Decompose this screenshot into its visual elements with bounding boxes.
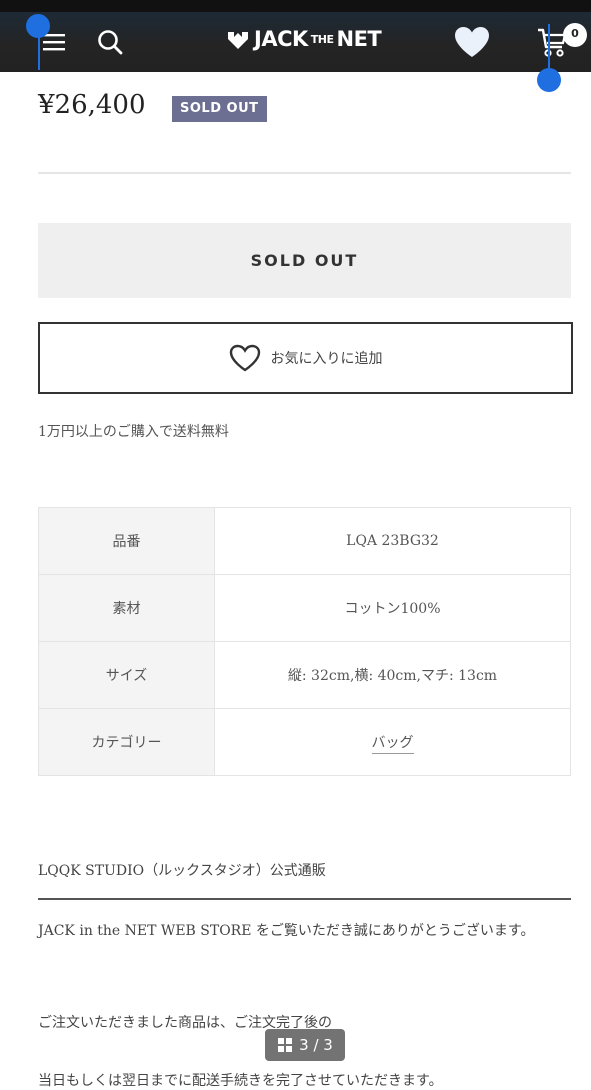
image-pager: 3 / 3 xyxy=(265,1029,345,1061)
spec-value-product-code: LQA 23BG32 xyxy=(214,507,571,575)
search-button[interactable] xyxy=(90,22,130,62)
spec-label-product-code: 品番 xyxy=(38,507,215,575)
add-to-favorites-label: お気に入りに追加 xyxy=(270,351,383,367)
spec-label-category: カテゴリー xyxy=(38,708,215,776)
logo-icon xyxy=(228,32,248,49)
table-row: カテゴリー バッグ xyxy=(38,708,571,776)
touch-indicator-dot xyxy=(537,68,561,92)
site-header: JACK THE NET 0 xyxy=(0,12,591,72)
table-row: 品番 LQA 23BG32 xyxy=(38,507,571,575)
search-icon xyxy=(98,30,123,55)
wishlist-button[interactable] xyxy=(452,22,492,62)
spec-value-size: 縦: 32cm,横: 40cm,マチ: 13cm xyxy=(214,641,571,709)
spec-label-size: サイズ xyxy=(38,641,215,709)
sold-out-badge: SOLD OUT xyxy=(172,96,267,122)
logo-text-the: THE xyxy=(310,32,334,46)
logo-text-jack: JACK xyxy=(254,27,308,51)
description-paragraph: JACK in the NET WEB STORE をご覧いただき誠にありがとう… xyxy=(38,923,535,939)
divider xyxy=(38,172,571,174)
sold-out-button[interactable]: SOLD OUT xyxy=(38,223,571,298)
site-logo[interactable]: JACK THE NET xyxy=(226,25,382,53)
description-paragraph: 当日もしくは翌日までに配送手続きを完了させていただきます。 xyxy=(38,1073,443,1089)
heart-outline-icon xyxy=(229,344,260,372)
section-divider xyxy=(38,898,571,900)
spec-table: 品番 LQA 23BG32 素材 コットン100% サイズ 縦: 32cm,横:… xyxy=(38,507,571,776)
add-to-favorites-button[interactable]: お気に入りに追加 xyxy=(38,322,573,394)
pager-text: 3 / 3 xyxy=(299,1036,333,1054)
category-link[interactable]: バッグ xyxy=(371,735,414,754)
section-title: LQQK STUDIO（ルックスタジオ）公式通販 xyxy=(38,863,326,879)
spec-label-material: 素材 xyxy=(38,574,215,642)
wishlist-heart-icon xyxy=(455,27,489,57)
table-row: 素材 コットン100% xyxy=(38,574,571,642)
spec-value-category-cell: バッグ xyxy=(214,708,571,776)
product-price: ¥26,400 xyxy=(38,90,146,120)
status-strip xyxy=(0,0,591,12)
cart-count-badge: 0 xyxy=(563,23,587,47)
spec-value-material: コットン100% xyxy=(214,574,571,642)
gallery-icon xyxy=(278,1038,293,1052)
table-row: サイズ 縦: 32cm,横: 40cm,マチ: 13cm xyxy=(38,641,571,709)
touch-indicator-dot xyxy=(26,14,50,38)
free-shipping-note: 1万円以上のご購入で送料無料 xyxy=(38,424,229,440)
logo-text-net: NET xyxy=(336,27,382,51)
